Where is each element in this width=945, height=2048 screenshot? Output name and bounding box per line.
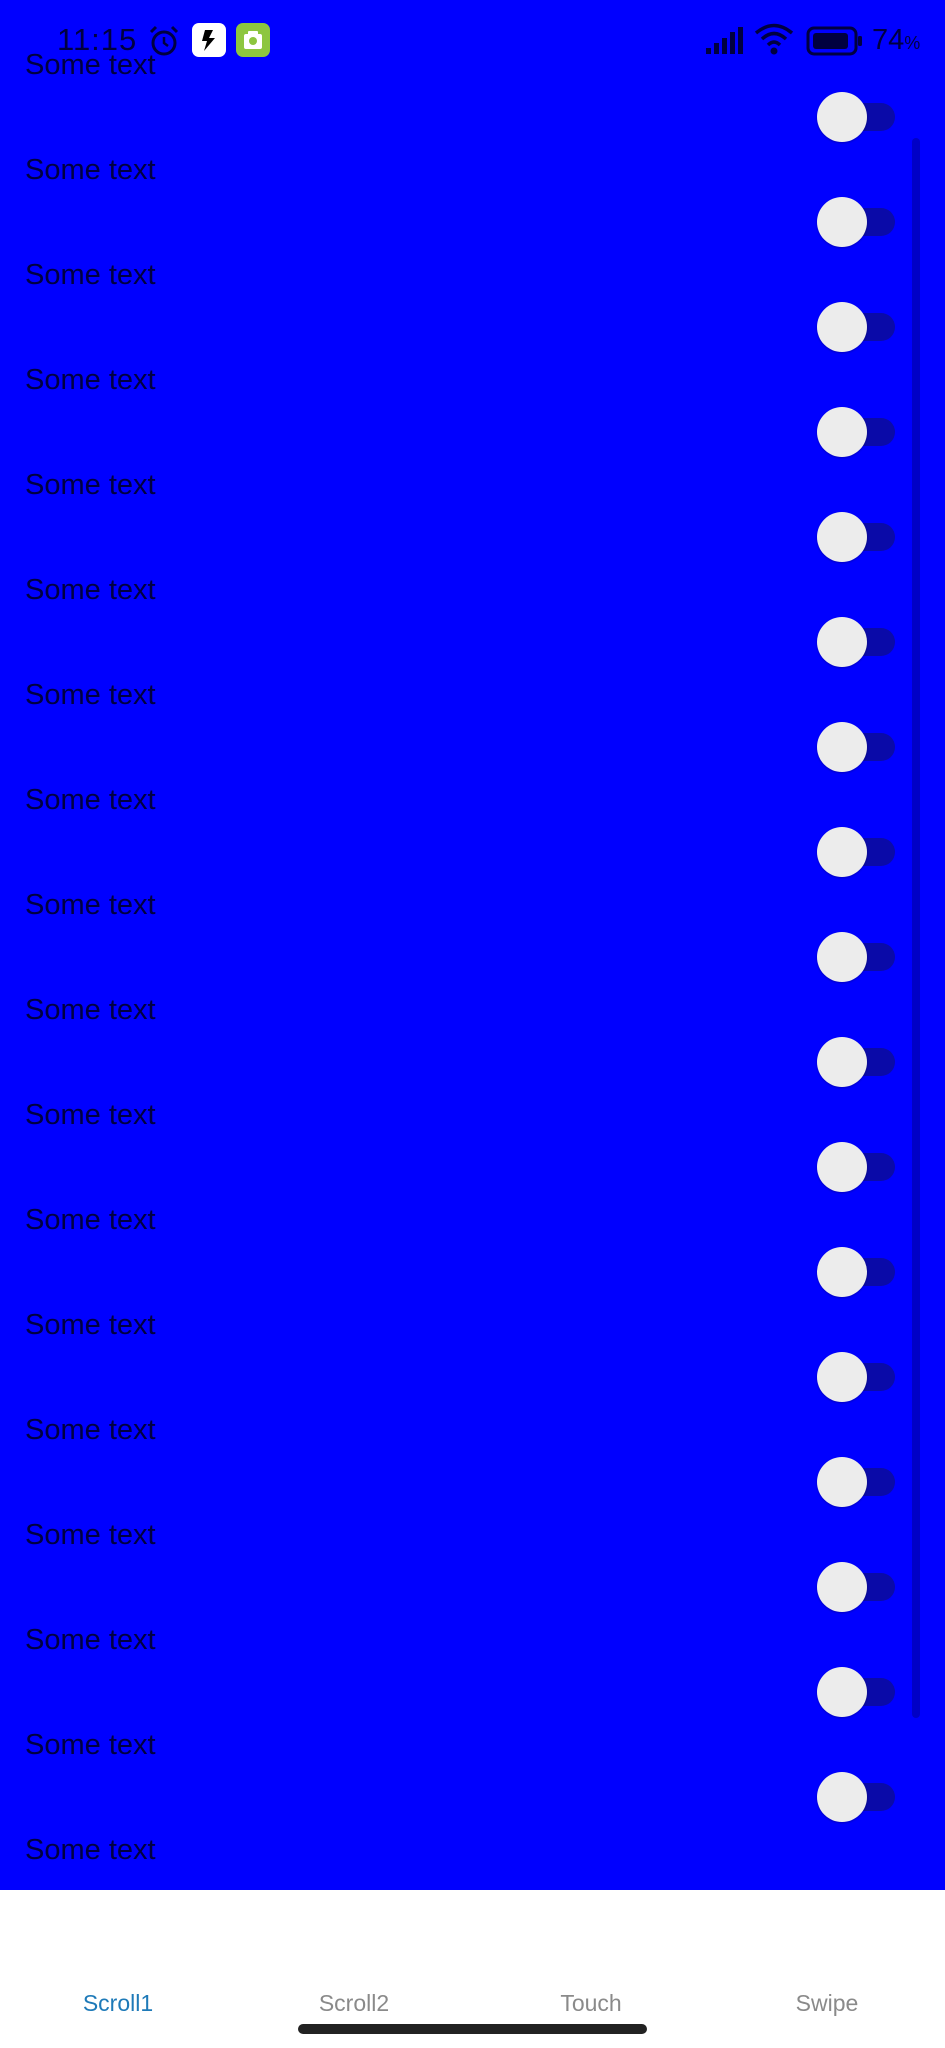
row-toggle-switch[interactable] (817, 302, 895, 352)
switch-thumb (817, 92, 867, 142)
status-bar: 11:15 74% (0, 0, 945, 80)
switch-thumb (817, 617, 867, 667)
wifi-icon (754, 23, 794, 55)
row-label: Some text (25, 1309, 156, 1341)
row-label: Some text (25, 994, 156, 1026)
row-label: Some text (25, 364, 156, 396)
row-toggle-switch[interactable] (817, 932, 895, 982)
row-label: Some text (25, 1414, 156, 1446)
row-toggle-switch[interactable] (817, 197, 895, 247)
tab-label: Touch (560, 1990, 622, 2016)
scroll-content[interactable]: Some text Some text Some text Some text Some… (0, 0, 945, 1890)
row-label: Some text (25, 574, 156, 606)
tab-swipe[interactable]: Swipe (709, 1890, 945, 2016)
row-toggle-switch[interactable] (817, 407, 895, 457)
switch-thumb (817, 197, 867, 247)
battery-level: 74% (872, 24, 921, 56)
switch-thumb (817, 1037, 867, 1087)
row-label: Some text (25, 259, 156, 291)
row-toggle-switch[interactable] (817, 1457, 895, 1507)
tab-label: Swipe (795, 1990, 859, 2016)
switch-thumb (817, 1562, 867, 1612)
switch-thumb (817, 1142, 867, 1192)
row-toggle-switch[interactable] (817, 827, 895, 877)
row-label: Some text (25, 1099, 156, 1131)
tab-label: Scroll2 (318, 1990, 390, 2016)
app-icon-2 (236, 23, 270, 57)
row-label: Some text (25, 1519, 156, 1551)
row-toggle-switch[interactable] (817, 722, 895, 772)
tab-label: Scroll1 (82, 1990, 154, 2016)
row-toggle-switch[interactable] (817, 1562, 895, 1612)
row-toggle-switch[interactable] (817, 1772, 895, 1822)
tab-scroll1[interactable]: Scroll1 (0, 1890, 236, 2016)
switch-thumb (817, 302, 867, 352)
row-label: Some text (25, 469, 156, 501)
row-toggle-switch[interactable] (817, 92, 895, 142)
signal-icon (706, 27, 743, 54)
switch-thumb (817, 1247, 867, 1297)
row-toggle-switch[interactable] (817, 1667, 895, 1717)
switch-thumb (817, 722, 867, 772)
app-icon-1 (192, 23, 226, 57)
switch-thumb (817, 512, 867, 562)
row-label: Some text (25, 154, 156, 186)
row-label: Some text (25, 1204, 156, 1236)
switch-thumb (817, 1772, 867, 1822)
scrollbar[interactable] (912, 138, 920, 1718)
switch-thumb (817, 1457, 867, 1507)
battery-icon (806, 26, 862, 56)
switch-thumb (817, 1352, 867, 1402)
row-toggle-switch[interactable] (817, 512, 895, 562)
row-toggle-switch[interactable] (817, 1247, 895, 1297)
tab-scroll2[interactable]: Scroll2 (236, 1890, 472, 2016)
switch-thumb (817, 932, 867, 982)
row-toggle-switch[interactable] (817, 1142, 895, 1192)
switch-thumb (817, 827, 867, 877)
row-label: Some text (25, 1834, 156, 1866)
home-indicator (298, 2024, 647, 2034)
row-label: Some text (25, 679, 156, 711)
switch-thumb (817, 407, 867, 457)
row-label: Some text (25, 1624, 156, 1656)
row-label: Some text (25, 784, 156, 816)
switch-thumb (817, 1667, 867, 1717)
row-label: Some text (25, 889, 156, 921)
clock: 11:15 (57, 22, 138, 57)
row-label: Some text (25, 1729, 156, 1761)
alarm-icon (149, 25, 179, 56)
tab-touch[interactable]: Touch (473, 1890, 709, 2016)
row-toggle-switch[interactable] (817, 617, 895, 667)
row-toggle-switch[interactable] (817, 1352, 895, 1402)
row-toggle-switch[interactable] (817, 1037, 895, 1087)
